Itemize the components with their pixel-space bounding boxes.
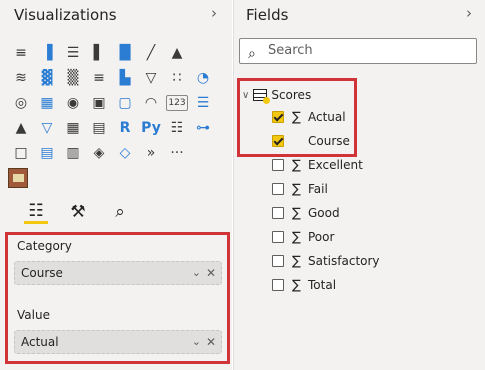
shape-map-icon[interactable]: ▢ — [112, 92, 138, 114]
multi-row-card-icon[interactable]: ☰ — [190, 92, 216, 114]
field-checkbox[interactable] — [272, 279, 284, 291]
kpi-icon[interactable]: ▲ — [8, 117, 34, 139]
treemap-icon[interactable]: ▦ — [34, 92, 60, 114]
visual-type-gallery: ≡ ▐ ☰ ▌ █ ╱ ▲ ≋ ▓ ▒ ≡ ▙ ▽ ∷ ◔ ◎ ▦ ◉ ▣ ▢ ◠ 123 ☰ ▲ ▽ ▦ ▤ R Py ☷ ⊶ □ ▤ ▥ ◈ ◇»… — [8, 40, 228, 165]
more-visuals-icon[interactable]: ··· — [164, 142, 190, 164]
decomposition-tree-icon[interactable]: ⊶ — [190, 117, 216, 139]
value-well-label: Value — [17, 308, 50, 322]
fields-title: Fields — [246, 6, 289, 24]
field-checkbox[interactable] — [272, 231, 284, 243]
value-remove-icon[interactable]: ✕ — [206, 331, 216, 353]
field-item-satisfactory[interactable]: ∑ Satisfactory — [272, 251, 380, 271]
analytics-magnifier-icon[interactable]: ⌕ — [108, 200, 132, 224]
field-label: Excellent — [308, 158, 363, 172]
sigma-aggregate-icon: ∑ — [292, 157, 301, 173]
field-wells: Category Course ⌄ ✕ Value Actual ⌄ ✕ — [5, 232, 230, 364]
area-chart-icon[interactable]: ▲ — [164, 42, 190, 64]
field-item-good[interactable]: ∑ Good — [272, 203, 340, 223]
format-paint-roller-icon[interactable]: ⚒ — [66, 200, 90, 224]
fields-pane: Fields › ⌕ Search ∨ Scores ∑ Actual Course… — [233, 0, 485, 370]
collapse-fields-chevron-icon[interactable]: › — [466, 4, 472, 22]
visualizations-title: Visualizations — [14, 6, 117, 24]
field-label: Good — [308, 206, 340, 220]
line-and-clustered-column-icon[interactable]: ▒ — [60, 67, 86, 89]
map-icon[interactable]: ◉ — [60, 92, 86, 114]
category-well-field[interactable]: Course ⌄ ✕ — [14, 261, 222, 285]
field-checkbox[interactable] — [272, 159, 284, 171]
stacked-column-chart-icon[interactable]: ▐ — [34, 42, 60, 64]
clustered-bar-chart-icon[interactable]: ☰ — [60, 42, 86, 64]
category-remove-icon[interactable]: ✕ — [206, 262, 216, 284]
scatter-chart-icon[interactable]: ∷ — [164, 67, 190, 89]
sigma-aggregate-icon: ∑ — [292, 181, 301, 197]
fields-selection-highlight — [237, 78, 357, 157]
funnel-chart-icon[interactable]: ▽ — [138, 67, 164, 89]
field-label: Fail — [308, 182, 328, 196]
pie-chart-icon[interactable]: ◔ — [190, 67, 216, 89]
visual-gallery-row: ◎ ▦ ◉ ▣ ▢ ◠ 123 ☰ — [8, 90, 228, 115]
python-visual-icon[interactable]: Py — [138, 117, 164, 139]
visual-gallery-row: ≋ ▓ ▒ ≡ ▙ ▽ ∷ ◔ — [8, 65, 228, 90]
sigma-aggregate-icon: ∑ — [292, 229, 301, 245]
line-and-column-chart-icon[interactable]: ▓ — [34, 67, 60, 89]
visual-gallery-row: □ ▤ ▥ ◈ ◇» ··· — [8, 140, 228, 165]
qna-icon[interactable]: □ — [8, 142, 34, 164]
field-item-total[interactable]: ∑ Total — [272, 275, 336, 295]
paginated-report-icon[interactable]: ▤ — [34, 142, 60, 164]
field-checkbox[interactable] — [272, 207, 284, 219]
visual-gallery-row: ≡ ▐ ☰ ▌ █ ╱ ▲ — [8, 40, 228, 65]
collapse-visualizations-chevron-icon[interactable]: › — [211, 4, 217, 22]
field-checkbox[interactable] — [272, 255, 284, 267]
stacked-bar-chart-icon[interactable]: ≡ — [8, 42, 34, 64]
visualizations-pane: Visualizations › ≡ ▐ ☰ ▌ █ ╱ ▲ ≋ ▓ ▒ ≡ ▙ ▽ ∷ ◔ ◎ ▦ ◉ ▣ ▢ ◠ 12… — [0, 0, 232, 370]
field-item-poor[interactable]: ∑ Poor — [272, 227, 334, 247]
build-visual-tab-icon[interactable]: ☷ — [24, 200, 48, 224]
card-icon[interactable]: 123 — [166, 94, 188, 111]
sigma-aggregate-icon: ∑ — [292, 253, 301, 269]
power-automate-icon[interactable]: » — [138, 142, 164, 164]
metrics-icon[interactable]: ◈ — [86, 142, 112, 164]
category-well-label: Category — [17, 239, 72, 253]
sigma-aggregate-icon: ∑ — [292, 277, 301, 293]
fields-search-input[interactable]: ⌕ Search — [239, 38, 477, 64]
field-checkbox[interactable] — [272, 183, 284, 195]
donut-chart-icon[interactable]: ◎ — [8, 92, 34, 114]
field-label: Poor — [308, 230, 335, 244]
r-script-visual-icon[interactable]: R — [112, 117, 138, 139]
smart-narrative-icon[interactable]: ▥ — [60, 142, 86, 164]
slicer-icon[interactable]: ▽ — [34, 117, 60, 139]
key-influencers-icon[interactable]: ☷ — [164, 117, 190, 139]
value-chevron-down-icon[interactable]: ⌄ — [192, 331, 201, 353]
filled-map-icon[interactable]: ▣ — [86, 92, 112, 114]
gauge-icon[interactable]: ◠ — [138, 92, 164, 114]
category-field-name: Course — [21, 266, 63, 280]
visual-gallery-row: ▲ ▽ ▦ ▤ R Py ☷ ⊶ — [8, 115, 228, 140]
matrix-icon[interactable]: ▤ — [86, 117, 112, 139]
waterfall-chart-icon[interactable]: ▙ — [112, 67, 138, 89]
clustered-column-chart-icon[interactable]: ▌ — [86, 42, 112, 64]
field-item-fail[interactable]: ∑ Fail — [272, 179, 328, 199]
power-apps-icon[interactable]: ◇ — [112, 142, 138, 164]
field-item-excellent[interactable]: ∑ Excellent — [272, 155, 363, 175]
table-icon[interactable]: ▦ — [60, 117, 86, 139]
category-chevron-down-icon[interactable]: ⌄ — [192, 262, 201, 284]
visual-tool-tabs: ☷ ⚒ ⌕ — [24, 200, 132, 224]
custom-visual-icon[interactable] — [8, 168, 28, 188]
100-column-chart-icon[interactable]: █ — [112, 42, 138, 64]
value-well-field[interactable]: Actual ⌄ ✕ — [14, 330, 222, 354]
search-placeholder: Search — [268, 43, 313, 58]
stacked-area-chart-icon[interactable]: ≋ — [8, 67, 34, 89]
line-chart-icon[interactable]: ╱ — [138, 42, 164, 64]
sigma-aggregate-icon: ∑ — [292, 205, 301, 221]
field-label: Total — [308, 278, 337, 292]
ribbon-chart-icon[interactable]: ≡ — [86, 67, 112, 89]
search-icon: ⌕ — [248, 46, 256, 62]
field-label: Satisfactory — [308, 254, 380, 268]
value-field-name: Actual — [21, 335, 59, 349]
